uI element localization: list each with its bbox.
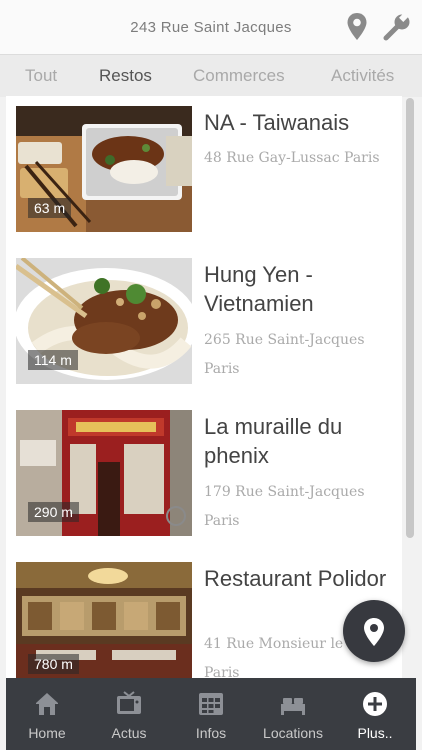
restaurant-photo: 290 m xyxy=(16,410,192,536)
restaurant-address: 179 Rue Saint-Jacques Paris xyxy=(204,484,365,529)
nav-plus[interactable]: Plus.. xyxy=(334,678,416,750)
tv-icon xyxy=(117,691,141,714)
restaurant-name: La muraille du phenix xyxy=(204,414,343,468)
map-pin-icon[interactable] xyxy=(346,12,368,47)
restaurant-photo: 780 m xyxy=(16,562,192,678)
restaurant-address: 48 Rue Gay-Lussac Paris xyxy=(204,150,380,166)
restaurant-name: NA - Taiwanais xyxy=(204,110,350,135)
tab-restos[interactable]: Restos xyxy=(99,66,152,86)
nav-locations[interactable]: Locations xyxy=(252,678,334,750)
restaurant-address: 265 Rue Saint-Jacques Paris xyxy=(204,332,365,377)
restaurant-photo: 63 m xyxy=(16,106,192,232)
plus-circle-icon xyxy=(363,692,387,716)
list-item[interactable]: 114 m Hung Yen - Vietnamien 265 Rue Sain… xyxy=(6,248,402,401)
restaurant-photo: 114 m xyxy=(16,258,192,384)
list-item[interactable]: 63 m NA - Taiwanais 48 Rue Gay-Lussac Pa… xyxy=(6,96,402,249)
home-icon xyxy=(36,693,58,715)
list-item[interactable]: 780 m Restaurant Polidor 41 Rue Monsieur… xyxy=(6,552,402,678)
nav-infos[interactable]: Infos xyxy=(170,678,252,750)
wrench-icon[interactable] xyxy=(382,12,412,47)
tab-activites[interactable]: Activités xyxy=(331,66,394,86)
bed-icon xyxy=(281,698,305,715)
distance-badge: 290 m xyxy=(28,502,79,522)
nav-home[interactable]: Home xyxy=(6,678,88,750)
distance-badge: 63 m xyxy=(28,198,72,218)
map-fab-button[interactable] xyxy=(343,600,405,662)
distance-badge: 114 m xyxy=(28,350,78,370)
restaurant-name: Hung Yen - Vietnamien xyxy=(204,262,314,316)
list-scrollbar[interactable] xyxy=(406,98,414,538)
distance-badge: 780 m xyxy=(28,654,79,674)
restaurant-name: Restaurant Polidor xyxy=(204,566,387,591)
map-pin-icon xyxy=(364,618,384,646)
restaurant-list[interactable]: 63 m NA - Taiwanais 48 Rue Gay-Lussac Pa… xyxy=(6,96,402,678)
list-item[interactable]: 290 m La muraille du phenix 179 Rue Sain… xyxy=(6,400,402,553)
tab-commerces[interactable]: Commerces xyxy=(193,66,285,86)
bottom-nav: Home Actus Infos Locations Plus.. xyxy=(6,678,416,750)
tab-tout[interactable]: Tout xyxy=(25,66,57,86)
calendar-grid-icon xyxy=(199,693,223,715)
top-header: 243 Rue Saint Jacques xyxy=(0,0,422,54)
nav-actus[interactable]: Actus xyxy=(88,678,170,750)
category-tabs: Tout Restos Commerces Activités xyxy=(0,54,422,97)
